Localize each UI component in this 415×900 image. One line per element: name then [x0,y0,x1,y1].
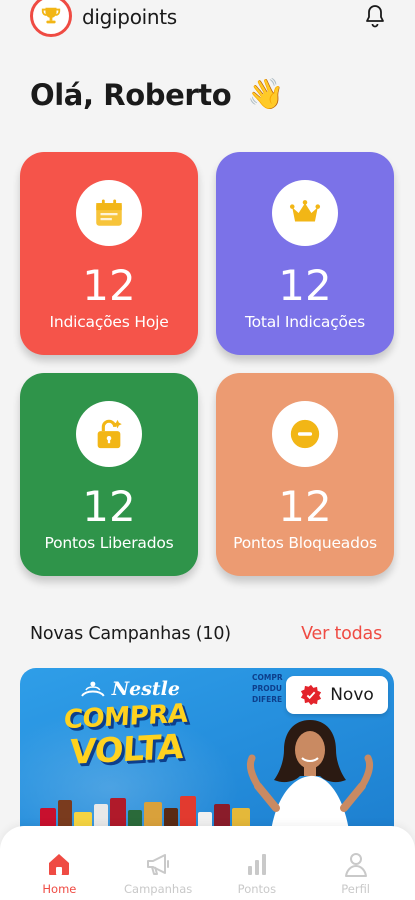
stat-card-indicacoes-hoje[interactable]: 12 Indicações Hoje [20,152,198,355]
nav-item-home[interactable]: Home [15,826,103,900]
app-header: digipoints [0,0,415,40]
new-burst-icon [301,684,322,706]
stat-value: 12 [82,261,136,310]
calendar-icon [76,180,142,246]
crown-icon [272,180,338,246]
stat-value: 12 [278,482,332,531]
user-icon [344,853,367,877]
nav-label: Campanhas [124,882,193,896]
new-badge-label: Novo [330,685,374,705]
nav-item-campanhas[interactable]: Campanhas [114,826,202,900]
promo-small-text: COMPR PRODU DIFERE [252,673,283,704]
nav-item-perfil[interactable]: Perfil [312,826,400,900]
waving-hand-icon: 👋 [247,77,285,112]
stat-label: Indicações Hoje [49,313,169,331]
nav-label: Perfil [341,882,371,896]
nav-item-pontos[interactable]: Pontos [213,826,301,900]
stat-value: 12 [82,482,136,531]
nav-label: Pontos [237,882,277,896]
bottom-navigation: Home Campanhas Pontos Perfil [0,826,415,900]
bar-chart-icon [247,854,266,875]
see-all-link[interactable]: Ver todas [301,624,382,644]
stat-label: Total Indicações [244,313,366,331]
greeting: Olá, Roberto 👋 [30,77,285,112]
nestle-wordmark: Nestle [111,678,180,700]
unlock-icon [76,401,142,467]
brand-name: digipoints [82,5,177,29]
nest-icon [81,681,105,697]
new-badge: Novo [286,676,388,714]
trophy-icon [30,0,72,37]
stat-label: Pontos Liberados [44,534,174,552]
campaign-banner[interactable]: Nestle COMPR PRODU DIFERE COMPRA VOLTA Nov… [20,668,394,838]
stat-label: Pontos Bloqueados [233,534,377,552]
minus-circle-icon [272,401,338,467]
woman-illustration [246,720,374,838]
stat-value: 12 [278,261,332,310]
stat-card-total-indicacoes[interactable]: 12 Total Indicações [216,152,394,355]
nav-label: Home [42,882,77,896]
home-icon [49,854,70,875]
promo-headline-2: VOLTA [68,727,184,773]
stat-card-pontos-bloqueados[interactable]: 12 Pontos Bloqueados [216,373,394,576]
megaphone-icon [147,854,170,875]
section-title: Novas Campanhas (10) [30,624,231,644]
bell-icon[interactable] [363,3,387,29]
greeting-text: Olá, Roberto [30,77,232,112]
stat-card-pontos-liberados[interactable]: 12 Pontos Liberados [20,373,198,576]
